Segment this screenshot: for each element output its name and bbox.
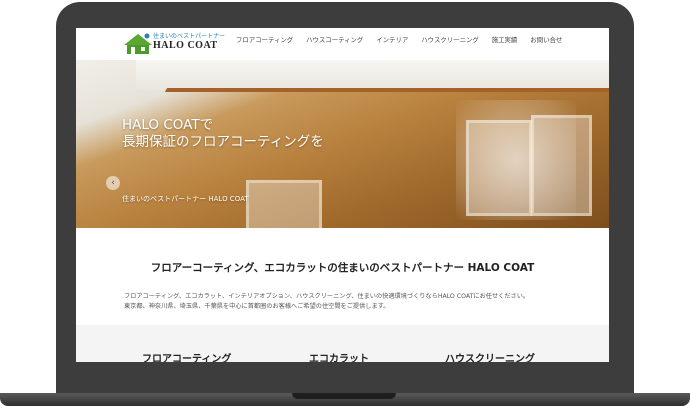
service-house-cleaning[interactable]: ハウスクリーニング [445, 350, 535, 362]
service-ecocarat[interactable]: エコカラット [309, 350, 369, 362]
nav-works[interactable]: 施工実績 [492, 35, 518, 44]
logo-name: HALO COAT [153, 40, 218, 51]
hero-subtitle: 住まいのベストパートナー HALO COAT [122, 195, 249, 203]
browser-screen: 住まいのベストパートナー HALO COAT フロアコーティング ハウスコーティ… [76, 28, 609, 362]
floor-shine [456, 100, 576, 220]
hero-title: HALO COATで 長期保証のフロアコーティングを [122, 117, 324, 151]
hero-slider: HALO COATで 長期保証のフロアコーティングを ‹ 住まいのベストパートナ… [76, 60, 609, 228]
nav-interior[interactable]: インテリア [376, 35, 408, 44]
hero-title-line2: 長期保証のフロアコーティングを [122, 134, 324, 150]
chevron-left-icon[interactable]: ‹ [106, 176, 120, 190]
house-logo-icon [124, 33, 152, 54]
laptop-notch [292, 393, 396, 399]
intro-line1: フロアコーティング、エコカラット、インテリアオプション、ハウスクリーニング、住ま… [124, 293, 530, 300]
nav-contact[interactable]: お問い合せ [530, 35, 562, 44]
nav-house-cleaning[interactable]: ハウスクリーニング [421, 35, 479, 44]
main-nav: フロアコーティング ハウスコーティング インテリア ハウスクリーニング 施工実績… [236, 35, 575, 44]
logo-tagline: 住まいのベストパートナー [153, 33, 226, 40]
intro-line2: 東京都、神奈川県、埼玉県、千葉県を中心に首都圏のお客様へご希望の住空間をご提供し… [124, 302, 390, 310]
service-floor-coating[interactable]: フロアコーティング [142, 350, 231, 362]
services-section: フロアコーティング エコカラット ハウスクリーニング [76, 325, 609, 362]
hero-baseboard-image [164, 88, 609, 92]
site-logo[interactable]: 住まいのベストパートナー HALO COAT [123, 31, 225, 57]
window-reflection [246, 180, 322, 228]
nav-house-coating[interactable]: ハウスコーティング [306, 35, 363, 44]
intro-text: フロアコーティング、エコカラット、インテリアオプション、ハウスクリーニング、住ま… [124, 292, 564, 311]
hero-title-line1: HALO COATで [122, 117, 214, 133]
hero-wall-image [136, 60, 609, 90]
page-headline: フロアーコーティング、エコカラットの住まいのベストパートナー HALO COAT [150, 262, 535, 274]
nav-floor-coating[interactable]: フロアコーティング [236, 35, 293, 44]
site-header: 住まいのベストパートナー HALO COAT フロアコーティング ハウスコーティ… [76, 28, 609, 60]
